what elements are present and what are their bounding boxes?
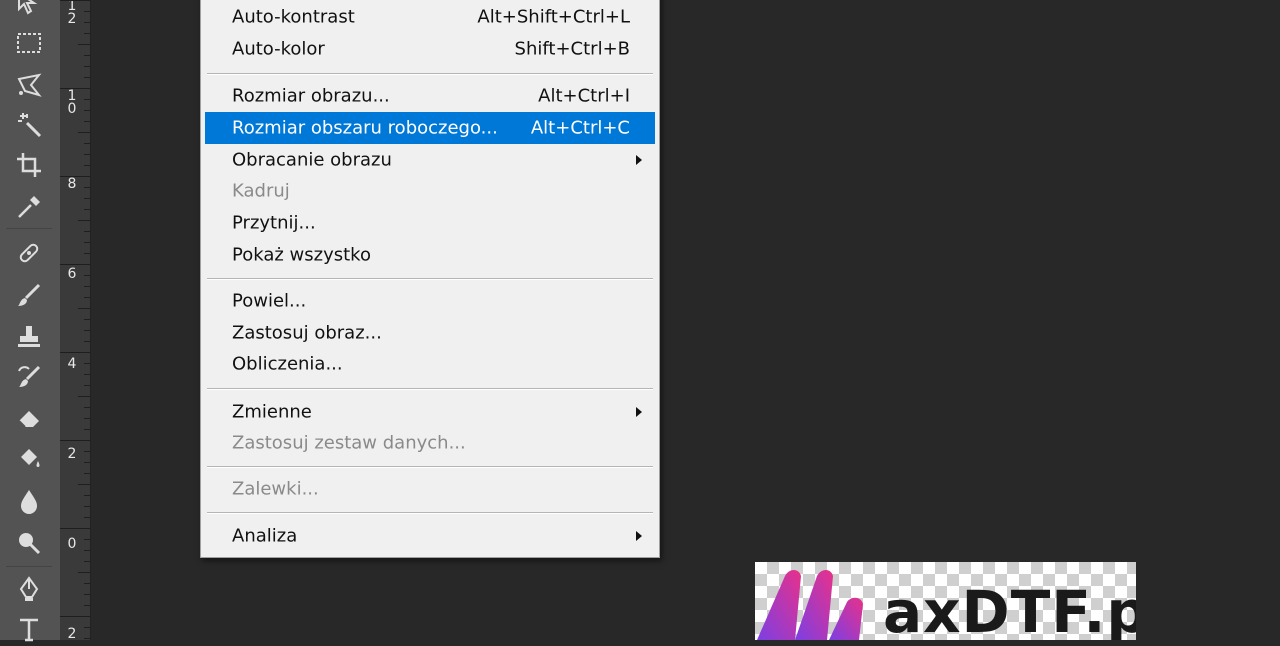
healing-brush-tool-icon[interactable] — [10, 236, 48, 270]
menu-item[interactable]: Obliczenia... — [205, 348, 655, 380]
menu-item[interactable]: Zmienne — [205, 396, 655, 428]
move-tool-icon[interactable] — [10, 0, 48, 20]
menu-item-shortcut: Alt+Ctrl+I — [538, 85, 630, 107]
menu-item-label: Zmienne — [232, 401, 312, 423]
menu-item-label: Obliczenia... — [232, 353, 343, 375]
tools-panel — [0, 0, 60, 642]
image-menu-dropdown: Auto-kontrast Alt+Shift+Ctrl+L Auto-kolor S… — [200, 0, 660, 558]
menu-item: Zastosuj zestaw danych... — [205, 427, 655, 459]
paint-bucket-tool-icon[interactable] — [10, 442, 48, 476]
ruler-label: 0 — [67, 536, 77, 552]
menu-item-shortcut: Shift+Ctrl+B — [514, 38, 630, 60]
menu-separator — [207, 466, 653, 468]
menu-item-label: Obracanie obrazu — [232, 149, 392, 171]
menu-item-label: Rozmiar obrazu... — [232, 85, 390, 107]
ruler-label: 10 — [67, 88, 77, 117]
ruler-label: 2 — [67, 446, 77, 462]
clone-stamp-tool-icon[interactable] — [10, 320, 48, 354]
menu-item-shortcut: Alt+Ctrl+C — [530, 117, 630, 139]
menu-item-label: Powiel... — [232, 290, 307, 312]
menu-item[interactable]: Zastosuj obraz... — [205, 317, 655, 349]
brush-tool-icon[interactable] — [10, 278, 48, 312]
menu-item-label: Zastosuj zestaw danych... — [232, 432, 466, 454]
menu-separator — [207, 278, 653, 280]
blur-tool-icon[interactable] — [10, 484, 48, 518]
maxdtf-logo: axDTF.pl — [755, 562, 1136, 640]
ruler-label: 12 — [67, 0, 77, 27]
eyedropper-tool-icon[interactable] — [10, 190, 48, 224]
eraser-tool-icon[interactable] — [10, 400, 48, 434]
menu-item[interactable]: Rozmiar obrazu... Alt+Ctrl+I — [205, 80, 655, 112]
history-brush-tool-icon[interactable] — [10, 360, 48, 394]
crop-tool-icon[interactable] — [10, 148, 48, 182]
menu-item[interactable]: Analiza — [205, 520, 655, 552]
menu-item[interactable]: Powiel... — [205, 285, 655, 317]
vertical-ruler: 12 10 8 6 4 2 0 2 — [60, 0, 91, 642]
menu-item[interactable]: Auto-kolor Shift+Ctrl+B — [205, 33, 655, 65]
magic-wand-tool-icon[interactable] — [10, 108, 48, 142]
pen-tool-icon[interactable] — [10, 572, 48, 606]
submenu-arrow-icon — [636, 531, 642, 541]
menu-separator — [207, 388, 653, 390]
menu-item[interactable]: Obracanie obrazu — [205, 144, 655, 176]
menu-separator — [207, 73, 653, 75]
ruler-label: 8 — [67, 176, 77, 192]
submenu-arrow-icon — [636, 407, 642, 417]
menu-item-shortcut: Alt+Shift+Ctrl+L — [477, 6, 630, 28]
dodge-tool-icon[interactable] — [10, 526, 48, 560]
logo-mark-icon — [757, 570, 863, 640]
menu-item-label: Auto-kontrast — [232, 6, 355, 28]
menu-item[interactable]: Rozmiar obszaru roboczego... Alt+Ctrl+C — [205, 112, 655, 144]
menu-item-label: Pokaż wszystko — [232, 244, 371, 266]
ruler-label: 4 — [67, 356, 77, 372]
marquee-tool-icon[interactable] — [10, 26, 48, 60]
lasso-tool-icon[interactable] — [10, 68, 48, 102]
menu-item[interactable]: Przytnij... — [205, 207, 655, 239]
ruler-label: 6 — [67, 266, 77, 282]
menu-item-label: Auto-kolor — [232, 38, 325, 60]
menu-item-label: Zalewki... — [232, 478, 319, 500]
type-tool-icon[interactable] — [10, 612, 48, 646]
menu-item-label: Zastosuj obraz... — [232, 322, 382, 344]
menu-item-label: Kadruj — [232, 180, 290, 202]
submenu-arrow-icon — [636, 155, 642, 165]
menu-item[interactable]: Auto-kontrast Alt+Shift+Ctrl+L — [205, 1, 655, 33]
ruler-label: 2 — [67, 626, 77, 642]
menu-item-label: Przytnij... — [232, 212, 316, 234]
logo-text: axDTF.pl — [883, 578, 1136, 640]
menu-item[interactable]: Pokaż wszystko — [205, 239, 655, 271]
menu-item-label: Analiza — [232, 525, 298, 547]
menu-item-label: Rozmiar obszaru roboczego... — [232, 117, 498, 139]
menu-item: Zalewki... — [205, 473, 655, 505]
menu-item: Kadruj — [205, 175, 655, 207]
menu-separator — [207, 512, 653, 514]
